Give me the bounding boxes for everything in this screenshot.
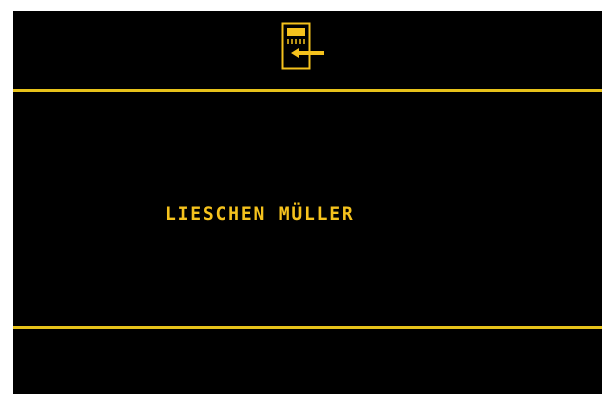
header-area — [13, 11, 602, 89]
card-insert-icon — [281, 22, 329, 74]
footer-area — [13, 329, 602, 394]
user-name-label: LIESCHEN MÜLLER — [165, 203, 355, 226]
main-display: LIESCHEN MÜLLER — [13, 92, 602, 326]
device-screen: LIESCHEN MÜLLER — [13, 11, 602, 394]
